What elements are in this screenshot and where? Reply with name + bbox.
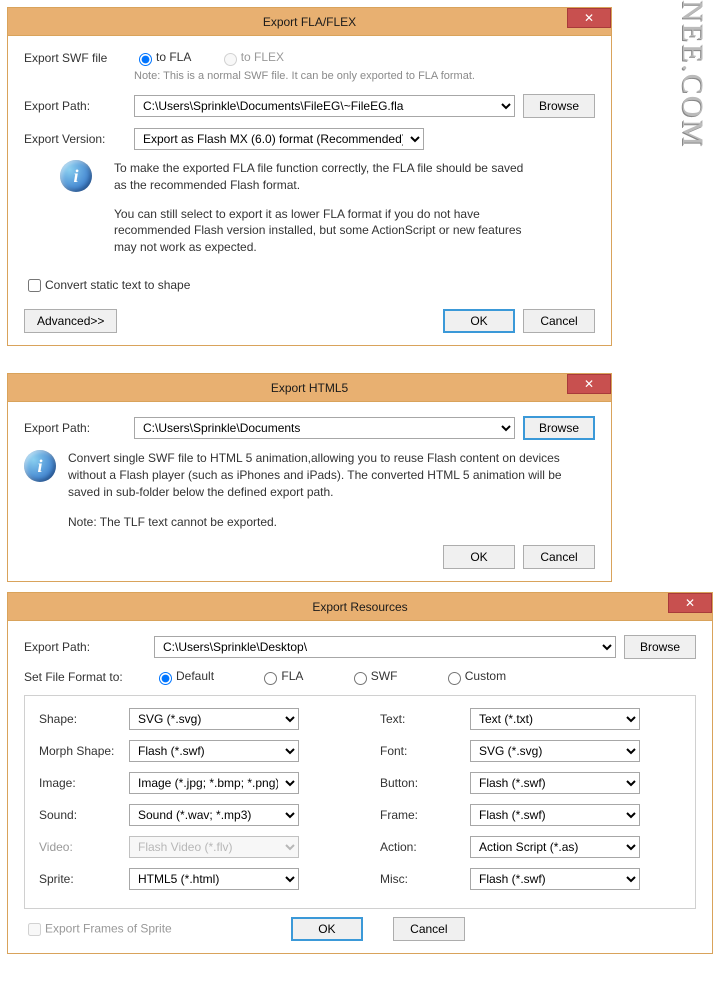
fla-radio-label[interactable]: FLA bbox=[259, 669, 303, 683]
font-select[interactable]: SVG (*.svg) bbox=[470, 740, 640, 762]
sprite-select[interactable]: HTML5 (*.html) bbox=[129, 868, 299, 890]
help-text-1: To make the exported FLA file function c… bbox=[114, 160, 534, 194]
export-path-label: Export Path: bbox=[24, 640, 154, 654]
close-icon: ✕ bbox=[584, 378, 594, 390]
close-button[interactable]: ✕ bbox=[567, 8, 611, 28]
morph-label: Morph Shape: bbox=[39, 744, 129, 758]
export-path-select[interactable]: C:\Users\Sprinkle\Documents\FileEG\~File… bbox=[134, 95, 515, 117]
sound-select[interactable]: Sound (*.wav; *.mp3) bbox=[129, 804, 299, 826]
frame-label: Frame: bbox=[380, 808, 470, 822]
misc-select[interactable]: Flash (*.swf) bbox=[470, 868, 640, 890]
export-frames-label: Export Frames of Sprite bbox=[24, 920, 172, 939]
text-label: Text: bbox=[380, 712, 470, 726]
button-select[interactable]: Flash (*.swf) bbox=[470, 772, 640, 794]
to-flex-radio bbox=[224, 53, 237, 66]
button-label: Button: bbox=[380, 776, 470, 790]
export-html5-dialog: Export HTML5 ✕ Export Path: C:\Users\Spr… bbox=[7, 373, 612, 582]
custom-radio[interactable] bbox=[448, 672, 461, 685]
cancel-button[interactable]: Cancel bbox=[393, 917, 465, 941]
action-label: Action: bbox=[380, 840, 470, 854]
title-text: Export FLA/FLEX bbox=[263, 15, 356, 29]
ok-button[interactable]: OK bbox=[443, 309, 515, 333]
browse-button[interactable]: Browse bbox=[523, 94, 595, 118]
cancel-button[interactable]: Cancel bbox=[523, 309, 595, 333]
image-select[interactable]: Image (*.jpg; *.bmp; *.png) bbox=[129, 772, 299, 794]
advanced-button[interactable]: Advanced>> bbox=[24, 309, 117, 333]
info-icon: i bbox=[24, 450, 56, 482]
fla-radio[interactable] bbox=[264, 672, 277, 685]
ok-button[interactable]: OK bbox=[291, 917, 363, 941]
swf-radio[interactable] bbox=[354, 672, 367, 685]
export-path-label: Export Path: bbox=[24, 99, 134, 113]
export-path-select[interactable]: C:\Users\Sprinkle\Desktop\ bbox=[154, 636, 616, 658]
close-button[interactable]: ✕ bbox=[567, 374, 611, 394]
export-version-label: Export Version: bbox=[24, 132, 134, 146]
export-version-select[interactable]: Export as Flash MX (6.0) format (Recomme… bbox=[134, 128, 424, 150]
morph-select[interactable]: Flash (*.swf) bbox=[129, 740, 299, 762]
sprite-label: Sprite: bbox=[39, 872, 129, 886]
video-label: Video: bbox=[39, 840, 129, 854]
help-text-2: You can still select to export it as low… bbox=[114, 206, 534, 256]
title-text: Export Resources bbox=[312, 600, 407, 614]
to-fla-radio[interactable] bbox=[139, 53, 152, 66]
export-resources-dialog: Export Resources ✕ Export Path: C:\Users… bbox=[7, 592, 713, 954]
title-bar: Export FLA/FLEX ✕ bbox=[8, 8, 611, 36]
close-icon: ✕ bbox=[584, 12, 594, 24]
shape-select[interactable]: SVG (*.svg) bbox=[129, 708, 299, 730]
browse-button[interactable]: Browse bbox=[523, 416, 595, 440]
font-label: Font: bbox=[380, 744, 470, 758]
swf-note: Note: This is a normal SWF file. It can … bbox=[134, 70, 475, 82]
set-file-format-label: Set File Format to: bbox=[24, 670, 154, 684]
misc-label: Misc: bbox=[380, 872, 470, 886]
video-select: Flash Video (*.flv) bbox=[129, 836, 299, 858]
text-select[interactable]: Text (*.txt) bbox=[470, 708, 640, 730]
format-groupbox: Shape:SVG (*.svg) Morph Shape:Flash (*.s… bbox=[24, 695, 696, 909]
export-path-select[interactable]: C:\Users\Sprinkle\Documents bbox=[134, 417, 515, 439]
frame-select[interactable]: Flash (*.swf) bbox=[470, 804, 640, 826]
title-bar: Export HTML5 ✕ bbox=[8, 374, 611, 402]
custom-radio-label[interactable]: Custom bbox=[443, 669, 506, 683]
watermark: APPNEE.COM bbox=[675, 0, 709, 148]
ok-button[interactable]: OK bbox=[443, 545, 515, 569]
info-icon: i bbox=[60, 160, 92, 192]
default-radio[interactable] bbox=[159, 672, 172, 685]
browse-button[interactable]: Browse bbox=[624, 635, 696, 659]
convert-static-checkbox[interactable] bbox=[28, 279, 41, 292]
export-fla-dialog: Export FLA/FLEX ✕ Export SWF file to FLA… bbox=[7, 7, 612, 346]
export-frames-checkbox bbox=[28, 923, 41, 936]
default-radio-label[interactable]: Default bbox=[154, 669, 214, 683]
to-fla-radio-label[interactable]: to FLA bbox=[134, 50, 191, 64]
close-button[interactable]: ✕ bbox=[668, 593, 712, 613]
help-text-2: Note: The TLF text cannot be exported. bbox=[68, 514, 595, 531]
export-swf-label: Export SWF file bbox=[24, 51, 134, 65]
convert-static-label[interactable]: Convert static text to shape bbox=[24, 278, 190, 292]
image-label: Image: bbox=[39, 776, 129, 790]
title-bar: Export Resources ✕ bbox=[8, 593, 712, 621]
swf-radio-label[interactable]: SWF bbox=[349, 669, 398, 683]
sound-label: Sound: bbox=[39, 808, 129, 822]
to-flex-radio-label: to FLEX bbox=[219, 50, 284, 64]
action-select[interactable]: Action Script (*.as) bbox=[470, 836, 640, 858]
help-text-1: Convert single SWF file to HTML 5 animat… bbox=[68, 450, 595, 500]
close-icon: ✕ bbox=[685, 597, 695, 609]
shape-label: Shape: bbox=[39, 712, 129, 726]
cancel-button[interactable]: Cancel bbox=[523, 545, 595, 569]
title-text: Export HTML5 bbox=[271, 381, 348, 395]
export-path-label: Export Path: bbox=[24, 421, 134, 435]
